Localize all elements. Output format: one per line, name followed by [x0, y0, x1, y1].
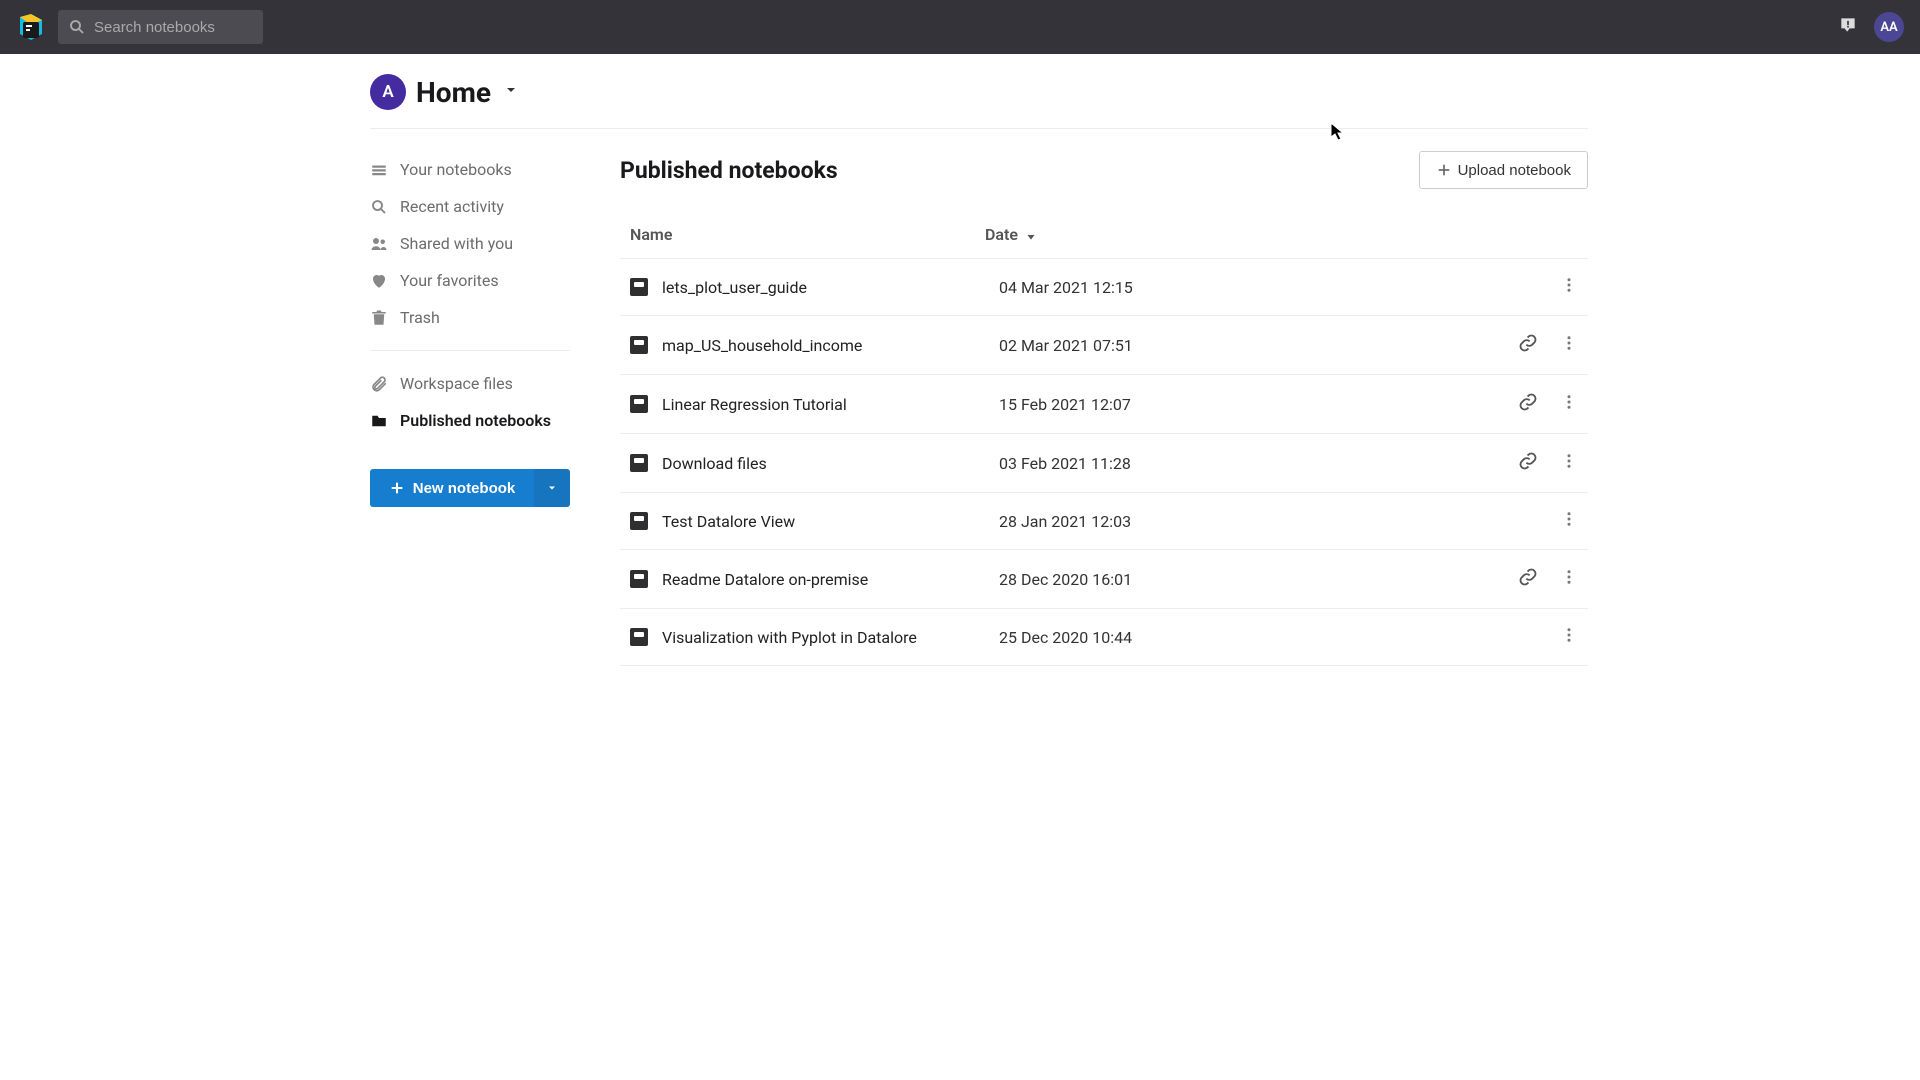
notebook-file-icon	[630, 395, 648, 413]
sidebar-item-recent-activity[interactable]: Recent activity	[370, 188, 570, 225]
column-header-date[interactable]: Date	[985, 225, 1285, 244]
main-content: Published notebooks Upload notebook Name…	[620, 151, 1588, 666]
table-row[interactable]: Visualization with Pyplot in Datalore25 …	[620, 608, 1588, 666]
sidebar-item-label: Trash	[400, 308, 440, 327]
people-icon	[370, 235, 388, 253]
caret-down-icon	[546, 482, 558, 494]
row-name: map_US_household_income	[662, 336, 999, 355]
upload-notebook-button[interactable]: Upload notebook	[1419, 151, 1588, 189]
sidebar-separator	[370, 350, 570, 351]
stack-icon	[370, 161, 388, 179]
column-header-name[interactable]: Name	[630, 225, 985, 244]
more-options-icon[interactable]	[1560, 626, 1578, 648]
more-options-icon[interactable]	[1560, 276, 1578, 298]
row-date: 28 Jan 2021 12:03	[999, 512, 1299, 531]
workspace-avatar[interactable]: A	[370, 74, 406, 110]
link-icon[interactable]	[1518, 333, 1538, 357]
plus-icon	[389, 480, 405, 496]
sidebar-item-shared-with-you[interactable]: Shared with you	[370, 225, 570, 262]
notebook-file-icon	[630, 570, 648, 588]
more-options-icon[interactable]	[1560, 334, 1578, 356]
content-title: Published notebooks	[620, 157, 838, 184]
sidebar-item-label: Your favorites	[400, 271, 499, 290]
app-logo[interactable]	[16, 12, 46, 42]
sidebar-item-label: Published notebooks	[400, 411, 551, 430]
sidebar-item-workspace-files[interactable]: Workspace files	[370, 365, 570, 402]
notebook-file-icon	[630, 628, 648, 646]
upload-notebook-label: Upload notebook	[1458, 162, 1571, 179]
sidebar: Your notebooks Recent activity Shared wi…	[370, 151, 570, 666]
notebook-file-icon	[630, 512, 648, 530]
paperclip-icon	[370, 375, 388, 393]
row-date: 28 Dec 2020 16:01	[999, 570, 1299, 589]
table-row[interactable]: Test Datalore View28 Jan 2021 12:03	[620, 492, 1588, 549]
announcement-icon[interactable]	[1838, 15, 1858, 39]
row-actions	[1518, 567, 1578, 591]
new-notebook-button[interactable]: New notebook	[370, 469, 534, 507]
trash-icon	[370, 309, 388, 327]
notebook-file-icon	[630, 454, 648, 472]
more-options-icon[interactable]	[1560, 568, 1578, 590]
notebooks-table: Name Date lets_plot_user_guide04 Mar 202…	[620, 225, 1588, 666]
row-date: 03 Feb 2021 11:28	[999, 454, 1299, 473]
folder-icon	[370, 412, 388, 430]
new-notebook-label: New notebook	[413, 480, 516, 497]
row-date: 15 Feb 2021 12:07	[999, 395, 1299, 414]
sidebar-item-label: Your notebooks	[400, 160, 512, 179]
more-options-icon[interactable]	[1560, 452, 1578, 474]
table-row[interactable]: map_US_household_income02 Mar 2021 07:51	[620, 315, 1588, 374]
row-name: Download files	[662, 454, 999, 473]
sidebar-item-published-notebooks[interactable]: Published notebooks	[370, 402, 570, 439]
table-header: Name Date	[620, 225, 1588, 258]
row-actions	[1518, 333, 1578, 357]
clock-icon	[370, 198, 388, 216]
more-options-icon[interactable]	[1560, 510, 1578, 532]
link-icon[interactable]	[1518, 451, 1538, 475]
row-name: lets_plot_user_guide	[662, 278, 999, 297]
link-icon[interactable]	[1518, 567, 1538, 591]
row-name: Visualization with Pyplot in Datalore	[662, 628, 999, 647]
row-date: 04 Mar 2021 12:15	[999, 278, 1299, 297]
table-row[interactable]: Readme Datalore on-premise28 Dec 2020 16…	[620, 549, 1588, 608]
cursor-icon	[1330, 122, 1346, 142]
user-avatar[interactable]: AA	[1874, 12, 1904, 42]
notebook-file-icon	[630, 278, 648, 296]
search-field[interactable]	[58, 10, 263, 44]
row-actions	[1560, 276, 1578, 298]
row-date: 02 Mar 2021 07:51	[999, 336, 1299, 355]
row-name: Readme Datalore on-premise	[662, 570, 999, 589]
heart-icon	[370, 272, 388, 290]
sidebar-item-trash[interactable]: Trash	[370, 299, 570, 336]
sidebar-item-label: Recent activity	[400, 197, 504, 216]
search-input[interactable]	[94, 19, 253, 36]
row-date: 25 Dec 2020 10:44	[999, 628, 1299, 647]
sidebar-item-your-favorites[interactable]: Your favorites	[370, 262, 570, 299]
page-header: A Home	[370, 54, 1588, 129]
sort-descending-icon	[1024, 228, 1038, 242]
table-row[interactable]: Download files03 Feb 2021 11:28	[620, 433, 1588, 492]
table-row[interactable]: Linear Regression Tutorial15 Feb 2021 12…	[620, 374, 1588, 433]
row-actions	[1518, 451, 1578, 475]
page-title[interactable]: Home	[416, 76, 491, 109]
search-icon	[68, 18, 86, 36]
new-notebook-button-group: New notebook	[370, 469, 570, 507]
table-row[interactable]: lets_plot_user_guide04 Mar 2021 12:15	[620, 258, 1588, 315]
link-icon[interactable]	[1518, 392, 1538, 416]
plus-icon	[1436, 162, 1452, 178]
sidebar-item-your-notebooks[interactable]: Your notebooks	[370, 151, 570, 188]
more-options-icon[interactable]	[1560, 393, 1578, 415]
new-notebook-dropdown[interactable]	[534, 469, 570, 507]
topbar: AA	[0, 0, 1920, 54]
row-actions	[1560, 626, 1578, 648]
notebook-file-icon	[630, 336, 648, 354]
row-name: Test Datalore View	[662, 512, 999, 531]
title-dropdown-icon[interactable]	[503, 82, 519, 102]
sidebar-item-label: Workspace files	[400, 374, 513, 393]
row-name: Linear Regression Tutorial	[662, 395, 999, 414]
row-actions	[1560, 510, 1578, 532]
row-actions	[1518, 392, 1578, 416]
sidebar-item-label: Shared with you	[400, 234, 513, 253]
